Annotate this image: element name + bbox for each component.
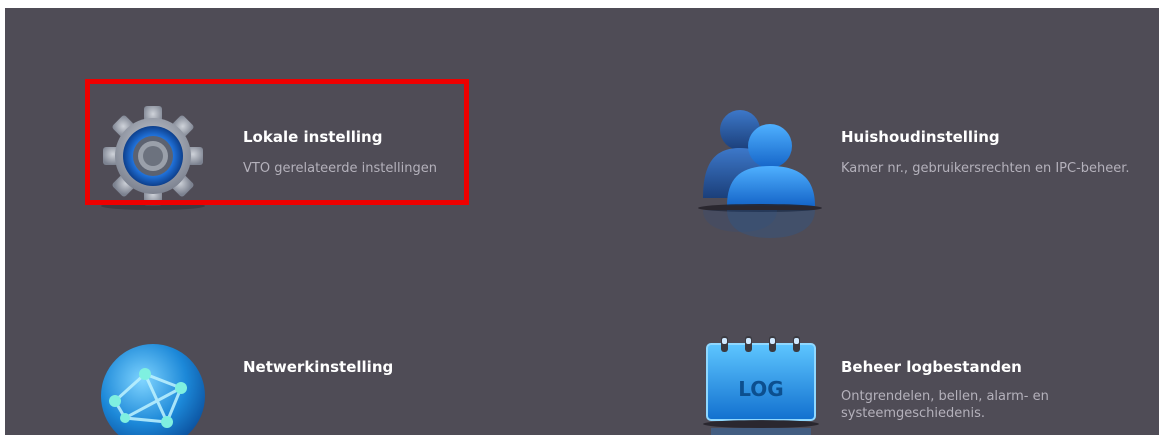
tile-local-settings-title: Lokale instelling (243, 128, 383, 146)
tile-household-settings-desc: Kamer nr., gebruikersrechten en IPC-behe… (841, 161, 1130, 176)
log-icon: LOG (695, 336, 830, 435)
globe-icon (95, 326, 220, 435)
tile-local-settings-desc: VTO gerelateerde instellingen (243, 161, 437, 176)
tile-local-settings[interactable]: Lokale instelling VTO gerelateerde inste… (95, 98, 465, 210)
tile-network-settings-title: Netwerkinstelling (243, 358, 394, 376)
main-menu-panel: Lokale instelling VTO gerelateerde inste… (5, 8, 1159, 435)
tile-household-settings-title: Huishoudinstelling (841, 128, 1000, 146)
gear-icon (95, 106, 220, 220)
log-icon-label: LOG (738, 377, 783, 401)
tile-network-settings[interactable]: Netwerkinstelling (95, 326, 465, 435)
tile-log-management-title: Beheer logbestanden (841, 358, 1022, 376)
tile-log-management[interactable]: LOG Beheer logbestanden Ontgrendelen, be… (695, 336, 1155, 435)
users-icon (695, 98, 830, 247)
tile-log-management-desc: Ontgrendelen, bellen, alarm- en systeemg… (841, 389, 1049, 421)
tile-household-settings[interactable]: Huishoudinstelling Kamer nr., gebruikers… (695, 98, 1155, 248)
